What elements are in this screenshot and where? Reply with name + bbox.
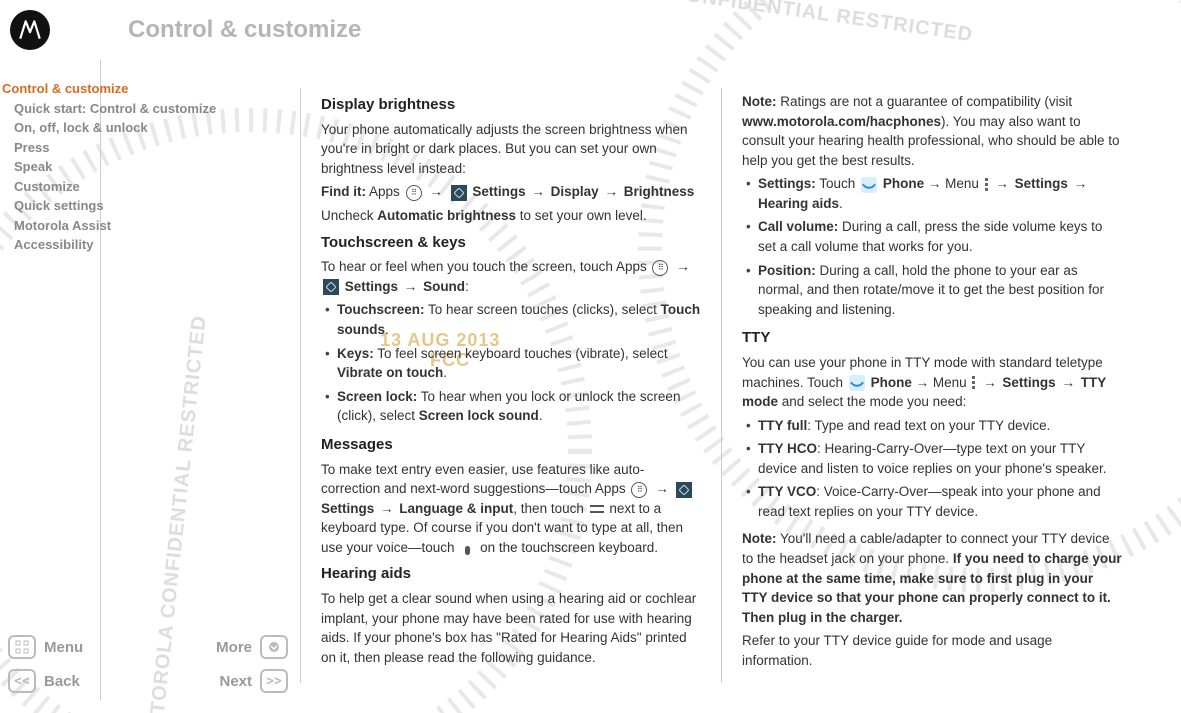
list-item: Position: During a call, hold the phone … xyxy=(742,261,1122,320)
next-label: Next xyxy=(219,673,252,690)
menu-label: Menu xyxy=(44,639,83,656)
nav-controls: Menu More << Back Next >> xyxy=(8,625,288,693)
sidebar-item-control-customize[interactable]: Control & customize xyxy=(2,80,280,98)
next-button[interactable]: Next >> xyxy=(219,669,288,693)
arrow-icon: → xyxy=(531,184,545,199)
next-icon: >> xyxy=(260,669,288,693)
arrow-icon: → xyxy=(404,279,418,294)
more-button[interactable]: More xyxy=(216,635,288,659)
hacphones-url: www.motorola.com/hacphones xyxy=(742,114,941,129)
sidebar-item-on-off-lock[interactable]: On, off, lock & unlock xyxy=(2,119,280,137)
back-icon: << xyxy=(8,669,36,693)
hearing-list: Settings: Touch Phone → Menu → Settings … xyxy=(742,174,1122,319)
content-column-2: Note: Ratings are not a guarantee of com… xyxy=(722,78,1142,713)
apps-grid-icon: ⠿ xyxy=(652,260,668,276)
back-button[interactable]: << Back xyxy=(8,669,80,693)
heading-touchscreen-keys: Touchscreen & keys xyxy=(321,232,701,254)
list-item: Call volume: During a call, press the si… xyxy=(742,217,1122,256)
arrow-icon: → xyxy=(380,501,394,516)
list-item: Keys: To feel screen keyboard touches (v… xyxy=(321,344,701,383)
hearing-desc: To help get a clear sound when using a h… xyxy=(321,589,701,667)
sidebar-item-speak[interactable]: Speak xyxy=(2,158,280,176)
heading-messages: Messages xyxy=(321,434,701,456)
mic-icon xyxy=(460,541,474,555)
findit-settings: Settings xyxy=(472,184,525,199)
findit-apps: Apps xyxy=(369,184,400,199)
sidebar-item-accessibility[interactable]: Accessibility xyxy=(2,236,280,254)
brightness-uncheck: Uncheck Automatic brightness to set your… xyxy=(321,206,701,226)
arrow-icon: → xyxy=(1061,375,1075,390)
arrow-icon: → xyxy=(1074,176,1088,191)
menu-dots-icon xyxy=(972,376,975,389)
touch-desc: To hear or feel when you touch the scree… xyxy=(321,257,701,296)
list-item: TTY VCO: Voice-Carry-Over—speak into you… xyxy=(742,482,1122,521)
list-item: TTY HCO: Hearing-Carry-Over—type text on… xyxy=(742,439,1122,478)
messages-desc: To make text entry even easier, use feat… xyxy=(321,460,701,558)
back-label: Back xyxy=(44,673,80,690)
brightness-desc: Your phone automatically adjusts the scr… xyxy=(321,120,701,179)
settings-icon xyxy=(676,482,692,498)
sidebar-item-customize[interactable]: Customize xyxy=(2,178,280,196)
phone-icon xyxy=(861,177,877,193)
brightness-findit: Find it: Apps ⠿ → Settings → Display → B… xyxy=(321,182,701,202)
sidebar-item-press[interactable]: Press xyxy=(2,139,280,157)
findit-label: Find it: xyxy=(321,184,366,199)
sidebar-item-quick-settings[interactable]: Quick settings xyxy=(2,197,280,215)
sliders-icon xyxy=(590,502,604,516)
tty-refer: Refer to your TTY device guide for mode … xyxy=(742,631,1122,670)
more-down-icon xyxy=(260,635,288,659)
list-item: TTY full: Type and read text on your TTY… xyxy=(742,416,1122,436)
arrow-icon: → xyxy=(676,259,690,274)
settings-icon xyxy=(451,185,467,201)
sidebar: Control & customize Quick start: Control… xyxy=(0,78,300,713)
menu-button[interactable]: Menu xyxy=(8,635,83,659)
phone-icon xyxy=(849,375,865,391)
menu-grid-icon xyxy=(8,635,36,659)
findit-brightness: Brightness xyxy=(624,184,695,199)
touch-list: Touchscreen: To hear screen touches (cli… xyxy=(321,300,701,425)
findit-display: Display xyxy=(551,184,599,199)
apps-grid-icon: ⠿ xyxy=(631,482,647,498)
heading-tty: TTY xyxy=(742,327,1122,349)
settings-icon xyxy=(323,279,339,295)
arrow-icon: → xyxy=(655,481,669,496)
arrow-icon: → xyxy=(983,375,997,390)
sidebar-item-quick-start[interactable]: Quick start: Control & customize xyxy=(2,100,280,118)
tty-note: Note: You'll need a cable/adapter to con… xyxy=(742,529,1122,627)
tty-list: TTY full: Type and read text on your TTY… xyxy=(742,416,1122,522)
heading-display-brightness: Display brightness xyxy=(321,94,701,116)
list-item: Screen lock: To hear when you lock or un… xyxy=(321,387,701,426)
note-compatibility: Note: Ratings are not a guarantee of com… xyxy=(742,92,1122,170)
list-item: Touchscreen: To hear screen touches (cli… xyxy=(321,300,701,339)
arrow-icon: → xyxy=(429,184,443,199)
content-column-1: Display brightness Your phone automatica… xyxy=(301,78,721,713)
menu-dots-icon xyxy=(985,178,988,191)
list-item: Settings: Touch Phone → Menu → Settings … xyxy=(742,174,1122,213)
tty-desc: You can use your phone in TTY mode with … xyxy=(742,353,1122,412)
arrow-icon: → xyxy=(604,184,618,199)
arrow-icon: → xyxy=(995,176,1009,191)
more-label: More xyxy=(216,639,252,656)
apps-grid-icon: ⠿ xyxy=(406,185,422,201)
heading-hearing-aids: Hearing aids xyxy=(321,563,701,585)
sidebar-item-motorola-assist[interactable]: Motorola Assist xyxy=(2,217,280,235)
